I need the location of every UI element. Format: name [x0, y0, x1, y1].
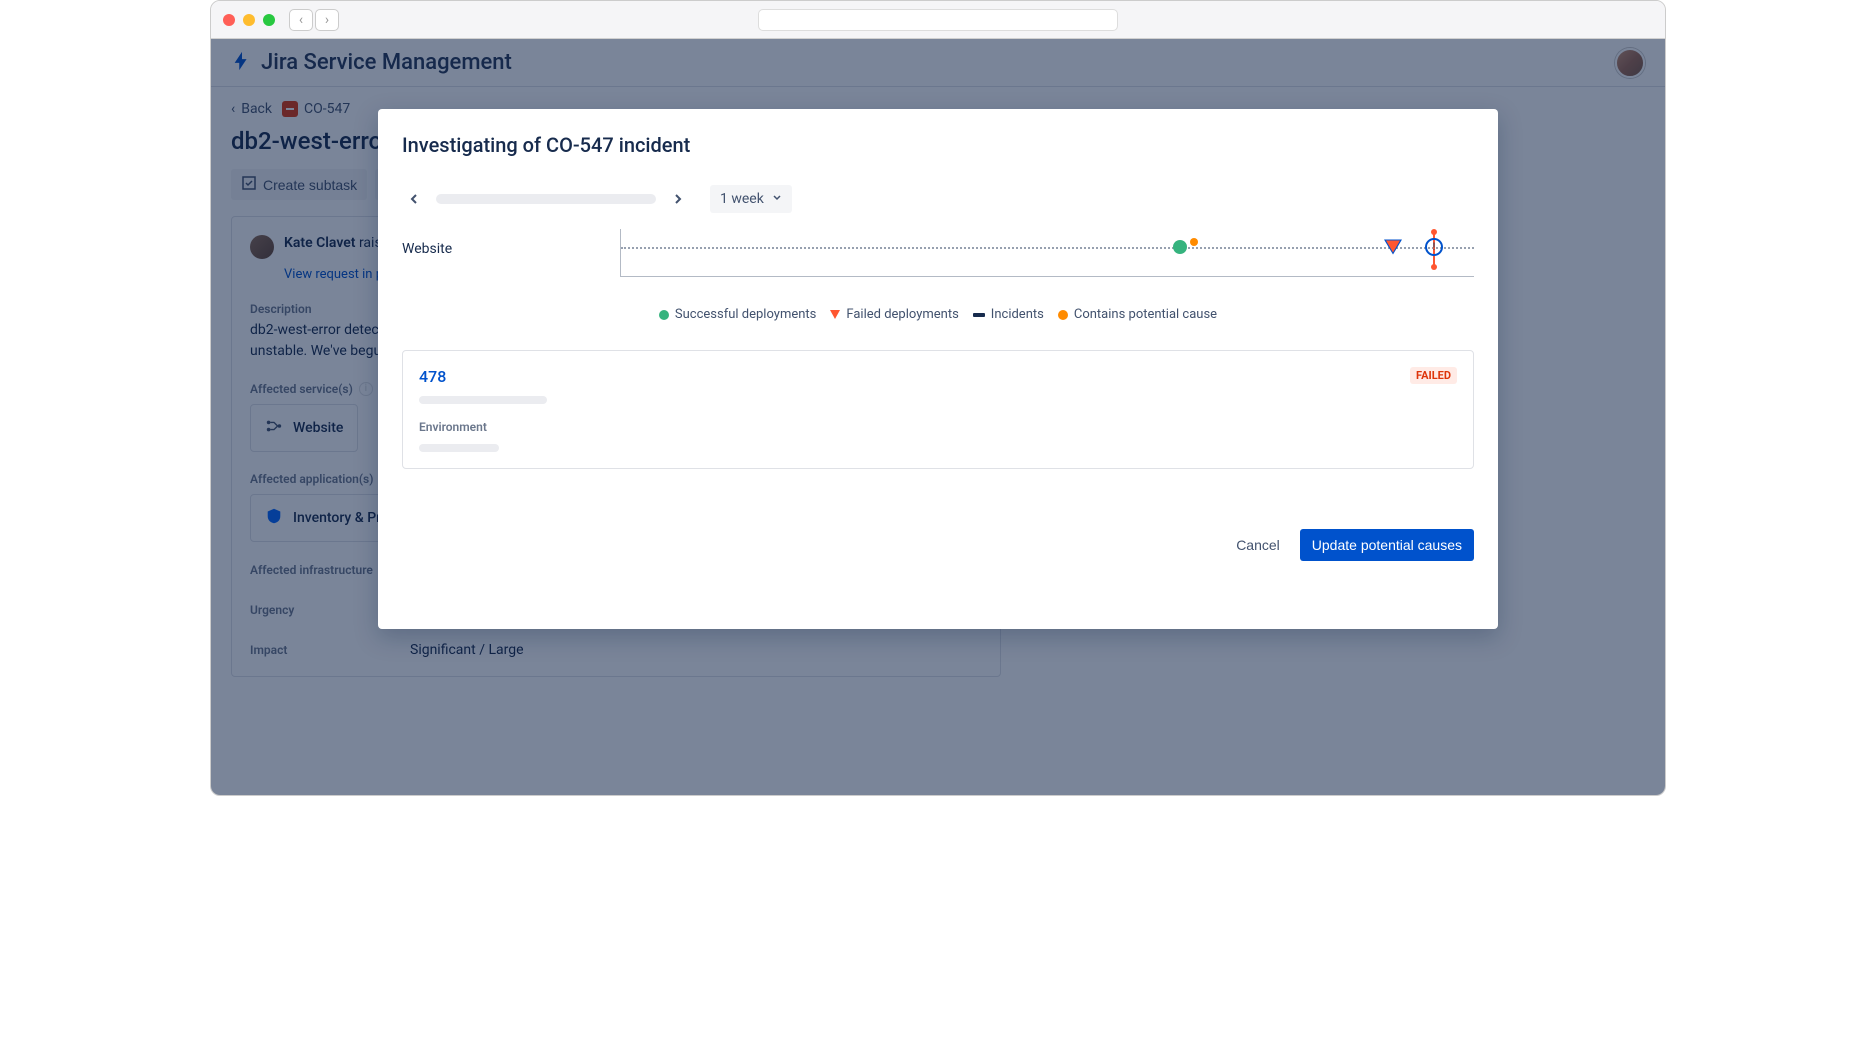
- timeline-next-button[interactable]: [666, 187, 690, 211]
- timeline-legend: Successful deployments Failed deployment…: [402, 307, 1474, 322]
- cancel-button[interactable]: Cancel: [1224, 529, 1292, 561]
- deployment-name-placeholder: [419, 396, 547, 404]
- environment-label: Environment: [419, 420, 547, 434]
- deployment-card[interactable]: 478 Environment FAILED: [402, 350, 1474, 469]
- browser-forward-button[interactable]: ›: [315, 9, 339, 31]
- modal-title: Investigating of CO-547 incident: [402, 133, 1474, 157]
- legend-failed-icon: [830, 310, 840, 319]
- time-range-select[interactable]: 1 week: [710, 185, 792, 213]
- window-titlebar: ‹ ›: [211, 1, 1665, 39]
- status-badge: FAILED: [1410, 367, 1457, 384]
- legend-potential-label: Contains potential cause: [1074, 307, 1217, 322]
- update-potential-causes-button[interactable]: Update potential causes: [1300, 529, 1474, 561]
- window-close-button[interactable]: [223, 14, 235, 26]
- incident-marker[interactable]: !: [1425, 238, 1443, 256]
- timeline-track[interactable]: !: [620, 229, 1474, 277]
- chevron-down-icon: [772, 191, 782, 207]
- success-deployment-marker[interactable]: [1173, 240, 1187, 254]
- failed-deployment-marker[interactable]: [1384, 240, 1402, 255]
- legend-success-icon: [659, 310, 669, 320]
- legend-success-label: Successful deployments: [675, 307, 816, 322]
- investigate-incident-modal: Investigating of CO-547 incident 1 week …: [378, 109, 1498, 629]
- timeline-date-range-placeholder: [436, 194, 656, 204]
- environment-value-placeholder: [419, 444, 499, 452]
- legend-incidents-label: Incidents: [991, 307, 1044, 322]
- timeline-row-label: Website: [402, 229, 620, 257]
- window-minimize-button[interactable]: [243, 14, 255, 26]
- timeline-prev-button[interactable]: [402, 187, 426, 211]
- deployment-id[interactable]: 478: [419, 367, 547, 386]
- legend-incidents-icon: [973, 313, 985, 317]
- address-bar[interactable]: [758, 9, 1118, 31]
- time-range-label: 1 week: [720, 191, 764, 207]
- legend-potential-icon: [1058, 310, 1068, 320]
- potential-cause-marker[interactable]: [1190, 238, 1198, 246]
- info-icon[interactable]: i: [359, 382, 373, 396]
- legend-failed-label: Failed deployments: [846, 307, 958, 322]
- window-maximize-button[interactable]: [263, 14, 275, 26]
- browser-back-button[interactable]: ‹: [289, 9, 313, 31]
